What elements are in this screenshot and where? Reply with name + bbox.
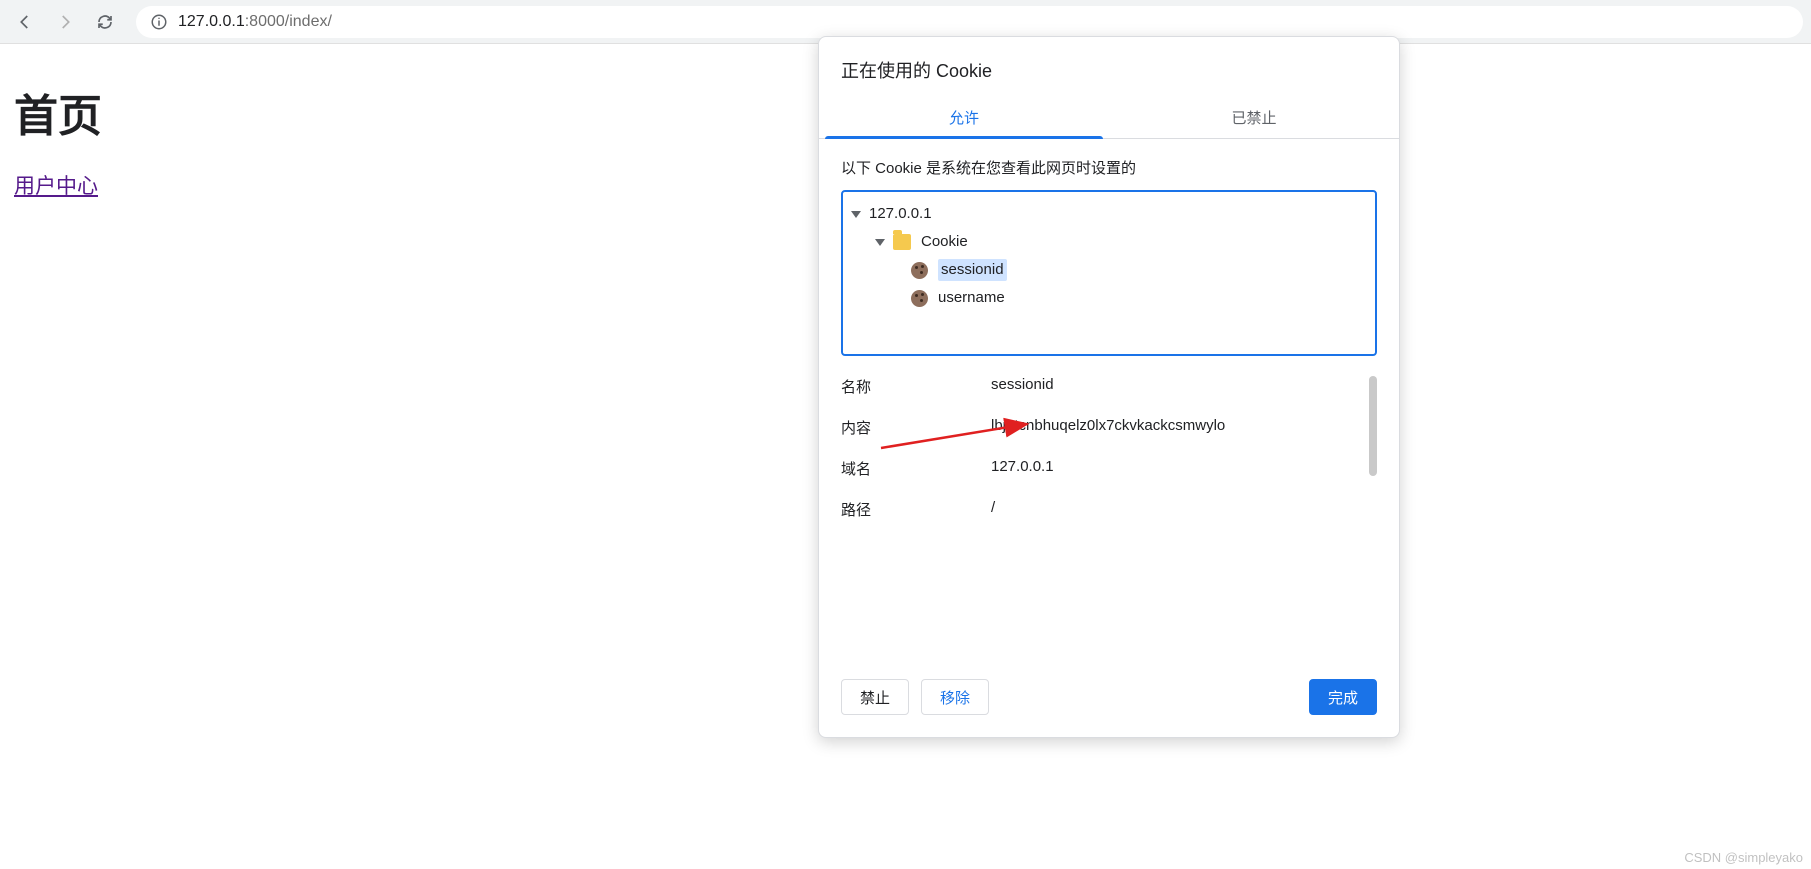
block-button[interactable]: 禁止	[841, 679, 909, 715]
folder-icon	[893, 234, 911, 250]
site-info-icon[interactable]	[150, 13, 168, 31]
tab-allow[interactable]: 允许	[819, 97, 1109, 138]
reload-icon	[96, 13, 114, 31]
cookie-icon	[911, 262, 928, 279]
scrollbar-thumb[interactable]	[1369, 376, 1377, 476]
chevron-down-icon	[851, 211, 861, 218]
arrow-left-icon	[16, 13, 34, 31]
dialog-title: 正在使用的 Cookie	[819, 37, 1399, 97]
dialog-footer: 禁止 移除 完成	[819, 661, 1399, 737]
dialog-subtitle: 以下 Cookie 是系统在您查看此网页时设置的	[819, 139, 1399, 190]
detail-path-value: /	[991, 499, 1359, 520]
tree-cookie-label: sessionid	[938, 259, 1007, 281]
detail-name-value: sessionid	[991, 376, 1359, 397]
detail-content-value: lbjgtcnbhuqelz0lx7ckvkackcsmwylo	[991, 417, 1359, 438]
tree-folder-row[interactable]: Cookie	[849, 228, 1369, 256]
url-path: :8000/index/	[245, 13, 332, 30]
tree-cookie-username[interactable]: username	[849, 284, 1369, 312]
cookie-icon	[911, 290, 928, 307]
detail-path-label: 路径	[841, 499, 991, 520]
detail-domain-value: 127.0.0.1	[991, 458, 1359, 479]
tab-block[interactable]: 已禁止	[1109, 97, 1399, 138]
tree-cookie-sessionid[interactable]: sessionid	[849, 256, 1369, 284]
remove-button[interactable]: 移除	[921, 679, 989, 715]
user-center-link[interactable]: 用户中心	[14, 175, 98, 198]
forward-button[interactable]	[48, 5, 82, 39]
tree-folder-label: Cookie	[921, 231, 968, 253]
tree-host-label: 127.0.0.1	[869, 203, 932, 225]
detail-domain-label: 域名	[841, 458, 991, 479]
tree-cookie-label: username	[938, 287, 1005, 309]
back-button[interactable]	[8, 5, 42, 39]
url-host: 127.0.0.1	[178, 13, 245, 30]
address-bar[interactable]: 127.0.0.1:8000/index/	[136, 6, 1803, 38]
detail-content-label: 内容	[841, 417, 991, 438]
cookie-detail-panel: 名称 sessionid 内容 lbjgtcnbhuqelz0lx7ckvkac…	[841, 376, 1377, 520]
url-text: 127.0.0.1:8000/index/	[178, 13, 332, 31]
cookie-dialog: 正在使用的 Cookie 允许 已禁止 以下 Cookie 是系统在您查看此网页…	[818, 36, 1400, 738]
arrow-right-icon	[56, 13, 74, 31]
tree-host-row[interactable]: 127.0.0.1	[849, 200, 1369, 228]
watermark: CSDN @simpleyako	[1684, 850, 1803, 865]
reload-button[interactable]	[88, 5, 122, 39]
dialog-tabs: 允许 已禁止	[819, 97, 1399, 139]
done-button[interactable]: 完成	[1309, 679, 1377, 715]
chevron-down-icon	[875, 239, 885, 246]
cookie-tree[interactable]: 127.0.0.1 Cookie sessionid username	[841, 190, 1377, 356]
detail-name-label: 名称	[841, 376, 991, 397]
